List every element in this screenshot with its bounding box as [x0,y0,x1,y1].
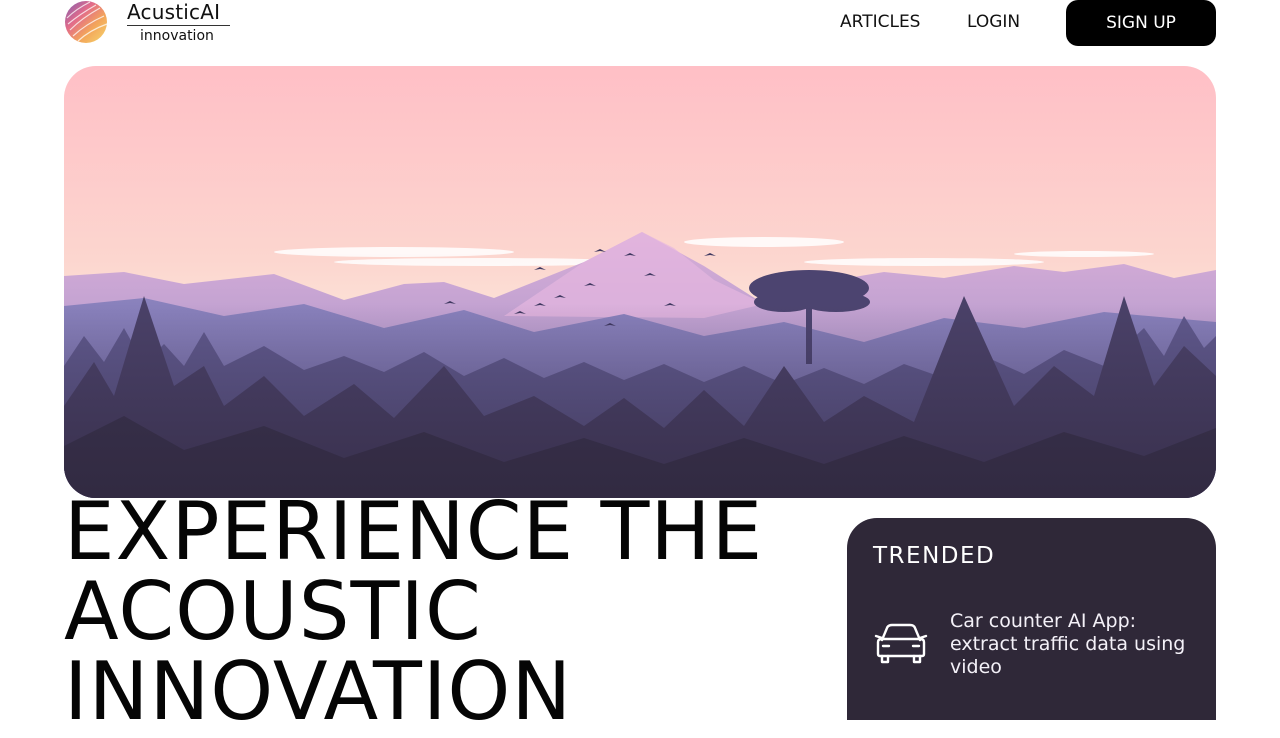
trended-card: TRENDED Car counter AI App: extract traf… [847,518,1216,720]
car-icon [874,623,928,664]
site-header: AcusticAI innovation ARTICLES LOGIN SIGN… [0,0,1280,50]
hero-landscape-illustration [64,66,1216,498]
signup-button[interactable]: SIGN UP [1066,0,1216,46]
nav-login-link[interactable]: LOGIN [967,11,1020,33]
logo-tagline: innovation [140,28,214,44]
logo-mark-icon [65,1,108,43]
trended-title: TRENDED [873,543,996,569]
logo-divider [127,25,230,26]
hero-headline: EXPERIENCE THE ACOUSTIC INNOVATION [64,485,764,738]
logo-name: AcusticAI [127,0,221,24]
hero-banner [64,66,1216,498]
trended-item[interactable]: Car counter AI App: extract traffic data… [873,610,1193,682]
trended-item-text: Car counter AI App: extract traffic data… [950,610,1186,678]
logo[interactable]: AcusticAI innovation [64,0,244,46]
nav-articles-link[interactable]: ARTICLES [840,11,920,33]
